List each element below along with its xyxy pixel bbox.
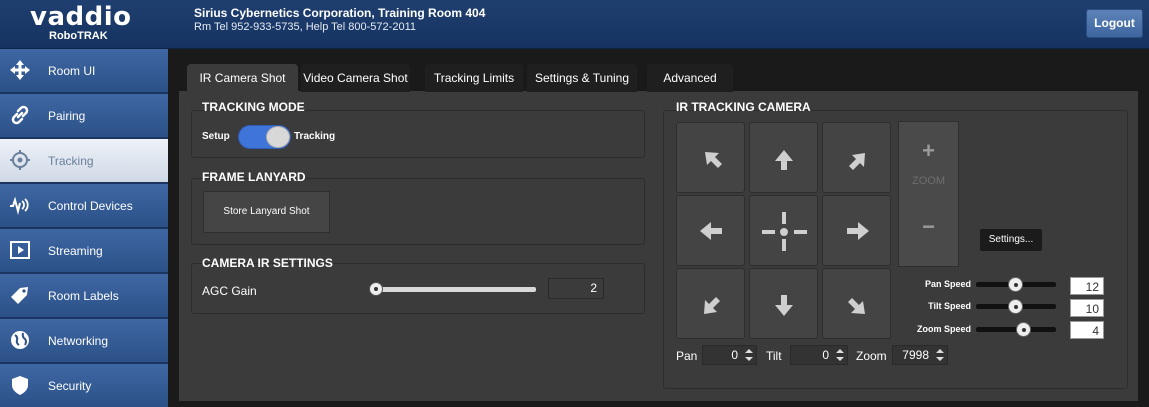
pan-position-value: 0 <box>731 348 738 362</box>
tab-tracking-limits[interactable]: Tracking Limits <box>425 64 523 92</box>
sidebar-item-label: Streaming <box>48 244 103 258</box>
tilt-position-field[interactable]: 0 <box>790 345 848 365</box>
home-button[interactable] <box>749 195 818 266</box>
pan-left-button[interactable] <box>676 195 745 266</box>
vaddio-logo: vaddio RoboTRAK <box>0 0 179 49</box>
sidebar-item-tracking[interactable]: Tracking <box>0 139 168 183</box>
arrow-right-icon <box>847 222 869 240</box>
agc-gain-slider-track[interactable] <box>373 287 536 292</box>
tilt-down-button[interactable] <box>749 268 818 339</box>
pan-position-label: Pan <box>676 349 698 363</box>
tilt-speed-label: Tilt Speed <box>928 301 971 311</box>
agc-gain-value[interactable]: 2 <box>548 278 604 299</box>
zoom-speed-knob[interactable] <box>1016 322 1031 337</box>
move-arrows-icon <box>10 60 30 80</box>
arrow-up-right-icon <box>849 153 865 170</box>
sidebar-item-label: Tracking <box>48 154 94 168</box>
zoom-speed-value[interactable]: 4 <box>1070 321 1104 339</box>
sidebar-item-label: Networking <box>48 334 109 348</box>
tag-icon <box>11 287 28 304</box>
main-content: IR Camera Shot Video Camera Shot Trackin… <box>168 49 1149 407</box>
arrow-down-right-icon <box>848 298 865 314</box>
arrow-up-left-icon <box>705 152 722 168</box>
pan-tilt-down-left-button[interactable] <box>676 268 745 339</box>
pan-right-button[interactable] <box>822 195 891 266</box>
tilt-up-button[interactable] <box>749 122 818 193</box>
zoom-out-button[interactable]: − <box>898 197 959 257</box>
globe-icon <box>11 331 29 349</box>
sidebar-nav: Room UI Pairing Tracking Control Devices… <box>0 49 168 407</box>
product-name: RoboTRAK <box>49 30 108 42</box>
sidebar-item-security[interactable]: Security <box>0 364 168 407</box>
pan-tilt-up-left-button[interactable] <box>676 122 745 193</box>
logo-wordmark: vaddio <box>30 2 132 32</box>
store-lanyard-shot-button[interactable]: Store Lanyard Shot <box>203 191 330 233</box>
sidebar-item-room-ui[interactable]: Room UI <box>0 49 168 93</box>
arrow-down-icon <box>775 295 793 316</box>
target-icon <box>10 150 30 170</box>
setup-label: Setup <box>202 131 230 142</box>
pan-position-field[interactable]: 0 <box>702 345 757 365</box>
shield-icon <box>12 376 28 395</box>
sidebar-item-label: Pairing <box>48 109 86 123</box>
sidebar-item-pairing[interactable]: Pairing <box>0 94 168 138</box>
toggle-knob <box>266 126 290 148</box>
zoom-label: ZOOM <box>912 175 945 187</box>
crosshair-icon <box>762 212 807 251</box>
tracking-mode-title: TRACKING MODE <box>202 100 305 114</box>
tracking-mode-toggle[interactable] <box>238 125 291 149</box>
tilt-position-label: Tilt <box>766 349 782 363</box>
pan-tilt-down-right-button[interactable] <box>822 268 891 339</box>
tab-video-camera-shot[interactable]: Video Camera Shot <box>301 64 410 92</box>
zoom-position-value: 7998 <box>902 348 929 362</box>
pan-speed-label: Pan Speed <box>924 279 971 289</box>
sidebar-item-label: Room UI <box>48 64 96 78</box>
tab-advanced[interactable]: Advanced <box>647 64 733 92</box>
logout-button[interactable]: Logout <box>1086 9 1143 38</box>
zoom-position-label: Zoom <box>856 349 887 363</box>
sidebar-item-networking[interactable]: Networking <box>0 319 168 363</box>
camera-ir-title: CAMERA IR SETTINGS <box>202 256 333 270</box>
spinner-icon[interactable] <box>745 349 753 361</box>
sidebar-item-label: Control Devices <box>48 199 133 213</box>
tilt-speed-value[interactable]: 10 <box>1070 299 1104 317</box>
link-icon <box>11 105 29 125</box>
room-name: Sirius Cybernetics Corporation, Training… <box>194 6 486 20</box>
pan-tilt-up-right-button[interactable] <box>822 122 891 193</box>
frame-lanyard-title: FRAME LANYARD <box>202 170 306 184</box>
arrow-left-icon <box>700 222 722 240</box>
zoom-position-field[interactable]: 7998 <box>892 345 948 365</box>
spinner-icon[interactable] <box>936 349 944 361</box>
arrow-down-left-icon <box>704 297 720 314</box>
pan-speed-knob[interactable] <box>1008 277 1023 292</box>
ir-tracking-camera-title: IR TRACKING CAMERA <box>676 100 811 114</box>
signal-icon <box>10 196 29 215</box>
camera-settings-button[interactable]: Settings... <box>980 229 1042 251</box>
tilt-speed-knob[interactable] <box>1008 299 1023 314</box>
zoom-speed-label: Zoom Speed <box>916 324 971 334</box>
agc-gain-label: AGC Gain <box>202 284 257 298</box>
spinner-icon[interactable] <box>836 349 844 361</box>
sidebar-item-label: Security <box>48 379 92 393</box>
sidebar-item-label: Room Labels <box>48 289 119 303</box>
sidebar-item-room-labels[interactable]: Room Labels <box>0 274 168 318</box>
agc-gain-slider-knob[interactable] <box>369 282 383 296</box>
tab-ir-camera-shot[interactable]: IR Camera Shot <box>187 64 298 92</box>
header-bar: vaddio RoboTRAK Sirius Cybernetics Corpo… <box>0 0 1149 49</box>
zoom-in-button[interactable]: + <box>898 121 959 181</box>
sidebar-item-control-devices[interactable]: Control Devices <box>0 184 168 228</box>
play-icon <box>10 241 30 259</box>
pan-speed-value[interactable]: 12 <box>1070 277 1104 295</box>
room-phones: Rm Tel 952-933-5735, Help Tel 800-572-20… <box>194 21 416 33</box>
tilt-position-value: 0 <box>822 348 829 362</box>
arrow-up-icon <box>775 150 793 170</box>
tracking-label: Tracking <box>294 131 336 142</box>
tab-settings-tuning[interactable]: Settings & Tuning <box>527 64 637 92</box>
sidebar-item-streaming[interactable]: Streaming <box>0 229 168 273</box>
